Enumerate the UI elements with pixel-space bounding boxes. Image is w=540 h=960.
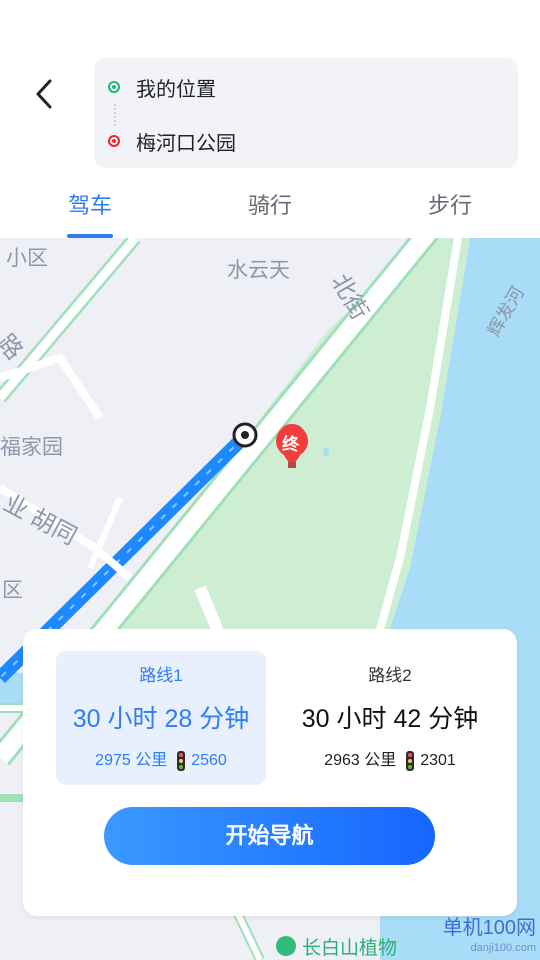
tab-drive[interactable]: 驾车 xyxy=(30,188,150,220)
route-option-1[interactable]: 路线1 30 小时 28 分钟 2975 公里 2560 xyxy=(56,651,266,785)
chevron-left-icon xyxy=(36,79,52,109)
route-option-2[interactable]: 路线2 30 小时 42 分钟 2963 公里 2301 xyxy=(285,651,495,785)
map-label-qu: 区 xyxy=(2,579,23,602)
destination-dot-icon xyxy=(108,135,120,147)
destination-field[interactable]: 梅河口公园 xyxy=(108,126,236,156)
poi-label-text: 长白山植物 xyxy=(302,937,398,959)
route-option-name: 路线2 xyxy=(368,666,412,685)
back-button[interactable] xyxy=(24,70,64,118)
active-tab-indicator xyxy=(67,234,113,238)
watermark-sub: danji100.com xyxy=(470,942,536,954)
route-option-name: 路线1 xyxy=(139,666,183,685)
header: 我的位置 梅河口公园 驾车 骑行 步行 xyxy=(0,0,540,238)
route-option-meta: 2975 公里 2560 xyxy=(56,751,266,771)
route-option-distance: 2975 公里 xyxy=(95,752,168,769)
map-label-shuiyuntian: 水云天 xyxy=(227,259,290,282)
origin-field[interactable]: 我的位置 xyxy=(108,72,216,102)
route-option-meta: 2963 公里 2301 xyxy=(285,751,495,771)
traffic-light-icon xyxy=(406,751,415,771)
travel-mode-tabs: 驾车 骑行 步行 xyxy=(0,180,540,238)
watermark: 单机100网 danji100.com xyxy=(443,918,536,958)
start-navigation-button[interactable]: 开始导航 xyxy=(104,807,435,865)
route-option-distance: 2963 公里 xyxy=(324,752,397,769)
map-label-xiaoqu: 小区 xyxy=(6,247,48,270)
poi-label[interactable]: 长白山植物 xyxy=(276,932,397,960)
tab-ride[interactable]: 骑行 xyxy=(210,188,330,220)
route-option-time: 30 小时 28 分钟 xyxy=(72,705,250,733)
route-option-time: 30 小时 42 分钟 xyxy=(301,705,479,733)
route-option-lights: 2560 xyxy=(191,752,227,769)
route-option-lights: 2301 xyxy=(420,752,456,769)
watermark-main: 单机100网 xyxy=(442,917,536,939)
end-marker-label: 终 xyxy=(282,435,299,454)
route-options-panel: 路线1 30 小时 28 分钟 2975 公里 2560 路线2 30 小时 4… xyxy=(23,629,517,916)
route-input-box: 我的位置 梅河口公园 xyxy=(94,58,518,168)
poi-pin-icon xyxy=(276,936,296,956)
origin-dot-icon xyxy=(108,81,120,93)
destination-label: 梅河口公园 xyxy=(136,132,236,155)
tab-walk[interactable]: 步行 xyxy=(390,188,510,220)
traffic-light-icon xyxy=(177,751,186,771)
route-connector xyxy=(114,104,116,126)
map-label-fujiayuan: 福家园 xyxy=(0,436,63,459)
origin-label: 我的位置 xyxy=(136,78,216,101)
